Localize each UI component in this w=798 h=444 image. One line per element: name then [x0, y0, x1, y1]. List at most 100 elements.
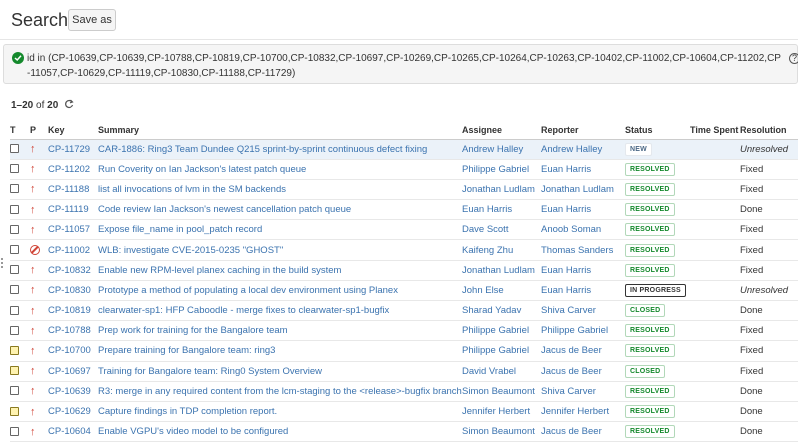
reporter-link[interactable]: Jacus de Beer [541, 366, 602, 377]
reporter-link[interactable]: Euan Harris [541, 285, 591, 296]
issue-key-link[interactable]: CP-10639 [48, 386, 91, 397]
issue-key-link[interactable]: CP-11057 [48, 224, 90, 235]
assignee-link[interactable]: Andrew Halley [462, 144, 523, 155]
issue-key-link[interactable]: CP-11119 [48, 204, 89, 215]
table-row[interactable]: ↑ CP-10788 Prep work for training for the … [10, 320, 798, 342]
issue-key-link[interactable]: CP-10830 [48, 285, 91, 296]
issue-summary-link[interactable]: Enable new RPM-level planex caching in t… [98, 265, 341, 276]
issue-key-link[interactable]: CP-10604 [48, 426, 91, 437]
task-icon[interactable] [10, 426, 19, 436]
table-row[interactable]: ↑ CP-11729 CAR-1886: Ring3 Team Dundee Q21… [10, 139, 798, 160]
issue-key-link[interactable]: CP-10697 [48, 366, 91, 377]
table-row[interactable]: ↑ CP-11119 Code review Ian Jackson's newes… [10, 199, 798, 221]
help-icon[interactable]: ? [789, 53, 798, 64]
task-icon[interactable] [10, 285, 19, 295]
assignee-link[interactable]: John Else [462, 285, 504, 296]
table-row[interactable]: ↑ CP-11202 Run Coverity on Ian Jackson's l… [10, 159, 798, 180]
story-icon[interactable] [10, 245, 19, 255]
col-type[interactable]: T [10, 121, 30, 140]
table-row[interactable]: ↑ CP-10629 Capture findings in TDP complet… [10, 401, 798, 423]
issue-summary-link[interactable]: Prototype a method of populating a local… [98, 285, 398, 296]
story-icon[interactable] [10, 144, 19, 154]
assignee-link[interactable]: David Vrabel [462, 366, 516, 377]
reporter-link[interactable]: Anoob Soman [541, 224, 601, 235]
issue-summary-link[interactable]: clearwater-sp1: HFP Caboodle - merge fix… [98, 305, 389, 316]
jql-query-bar[interactable]: id in (CP-10639,CP-10639,CP-10788,CP-108… [3, 44, 798, 84]
assignee-link[interactable]: Jonathan Ludlam [462, 184, 535, 195]
assignee-link[interactable]: Simon Beaumont [462, 426, 535, 437]
table-row[interactable]: ↑ CP-11188 list all invocations of lvm in … [10, 179, 798, 201]
table-row[interactable]: ↑ CP-10639 R3: merge in any required conte… [10, 381, 798, 402]
issue-summary-link[interactable]: list all invocations of lvm in the SM ba… [98, 184, 286, 195]
issue-summary-link[interactable]: Training for Bangalore team: Ring0 Syste… [98, 366, 322, 377]
issue-key-link[interactable]: CP-11002 [48, 245, 90, 256]
assignee-link[interactable]: Dave Scott [462, 224, 508, 235]
table-row[interactable]: ↑ CP-10819 clearwater-sp1: HFP Caboodle - … [10, 300, 798, 322]
assignee-link[interactable]: Philippe Gabriel [462, 345, 529, 356]
save-as-button[interactable]: Save as [68, 9, 116, 31]
reporter-link[interactable]: Euan Harris [541, 164, 591, 175]
task-icon[interactable] [10, 305, 19, 315]
panel-resize-handle[interactable] [1, 258, 4, 270]
task-icon[interactable] [10, 325, 19, 335]
table-row[interactable]: ↑ CP-11057 Expose file_name in pool_patch … [10, 219, 798, 241]
col-priority[interactable]: P [30, 121, 48, 140]
table-row[interactable]: ↑ CP-10604 Enable VGPU's video model to be… [10, 421, 798, 443]
issue-summary-link[interactable]: WLB: investigate CVE-2015-0235 "GHOST" [98, 245, 283, 256]
issue-key-link[interactable]: CP-11202 [48, 164, 90, 175]
task-icon[interactable] [10, 386, 19, 396]
issue-summary-link[interactable]: Capture findings in TDP completion repor… [98, 406, 277, 417]
issue-summary-link[interactable]: Prep work for training for the Bangalore… [98, 325, 288, 336]
issue-summary-link[interactable]: R3: merge in any required content from t… [98, 386, 462, 397]
col-assignee[interactable]: Assignee [462, 121, 541, 140]
improvement-icon[interactable] [10, 224, 19, 234]
assignee-link[interactable]: Philippe Gabriel [462, 325, 529, 336]
issue-key-link[interactable]: CP-10700 [48, 345, 91, 356]
table-row[interactable]: ↑ CP-10830 Prototype a method of populatin… [10, 280, 798, 302]
issue-key-link[interactable]: CP-11729 [48, 144, 90, 155]
assignee-link[interactable]: Sharad Yadav [462, 305, 521, 316]
col-key[interactable]: Key [48, 121, 98, 140]
reporter-link[interactable]: Jacus de Beer [541, 345, 602, 356]
issue-summary-link[interactable]: Code review Ian Jackson's newest cancell… [98, 204, 351, 215]
reporter-link[interactable]: Euan Harris [541, 204, 591, 215]
assignee-link[interactable]: Kaifeng Zhu [462, 245, 513, 256]
col-status[interactable]: Status [625, 121, 690, 140]
assignee-link[interactable]: Jennifer Herbert [462, 406, 530, 417]
assignee-link[interactable]: Simon Beaumont [462, 386, 535, 397]
jql-query-text[interactable]: id in (CP-10639,CP-10639,CP-10788,CP-108… [27, 51, 782, 81]
reporter-link[interactable]: Thomas Sanders [541, 245, 613, 256]
issue-key-link[interactable]: CP-10629 [48, 406, 91, 417]
issue-summary-link[interactable]: Enable VGPU's video model to be configur… [98, 426, 288, 437]
table-row[interactable]: ↑ CP-10697 Training for Bangalore team: Ri… [10, 361, 798, 382]
task-icon[interactable] [10, 204, 19, 214]
reporter-link[interactable]: Jonathan Ludlam [541, 184, 614, 195]
col-resolution[interactable]: Resolution [740, 121, 798, 140]
table-row[interactable]: ↑ CP-10700 Prepare training for Bangalore … [10, 340, 798, 362]
reporter-link[interactable]: Philippe Gabriel [541, 325, 608, 336]
issue-key-link[interactable]: CP-10819 [48, 305, 91, 316]
col-reporter[interactable]: Reporter [541, 121, 625, 140]
task-icon[interactable] [10, 265, 19, 275]
reporter-link[interactable]: Jacus de Beer [541, 426, 602, 437]
issue-summary-link[interactable]: Run Coverity on Ian Jackson's latest pat… [98, 164, 306, 175]
table-row[interactable]: ↑ CP-10832 Enable new RPM-level planex cac… [10, 260, 798, 281]
bug-icon[interactable] [10, 406, 19, 416]
issue-summary-link[interactable]: Expose file_name in pool_patch record [98, 224, 262, 235]
bug-icon[interactable] [10, 345, 19, 355]
task-icon[interactable] [10, 164, 19, 174]
assignee-link[interactable]: Philippe Gabriel [462, 164, 529, 175]
table-row[interactable]: CP-11002 WLB: investigate CVE-2015-0235 "… [10, 239, 798, 261]
reporter-link[interactable]: Shiva Carver [541, 386, 596, 397]
issue-summary-link[interactable]: Prepare training for Bangalore team: rin… [98, 345, 275, 356]
bug-icon[interactable] [10, 366, 19, 376]
reporter-link[interactable]: Andrew Halley [541, 144, 602, 155]
refresh-icon[interactable] [64, 99, 74, 109]
issue-key-link[interactable]: CP-10832 [48, 265, 91, 276]
col-time-spent[interactable]: Time Spent [690, 121, 740, 140]
assignee-link[interactable]: Jonathan Ludlam [462, 265, 535, 276]
reporter-link[interactable]: Euan Harris [541, 265, 591, 276]
col-summary[interactable]: Summary [98, 121, 462, 140]
reporter-link[interactable]: Jennifer Herbert [541, 406, 609, 417]
issue-key-link[interactable]: CP-11188 [48, 184, 89, 195]
